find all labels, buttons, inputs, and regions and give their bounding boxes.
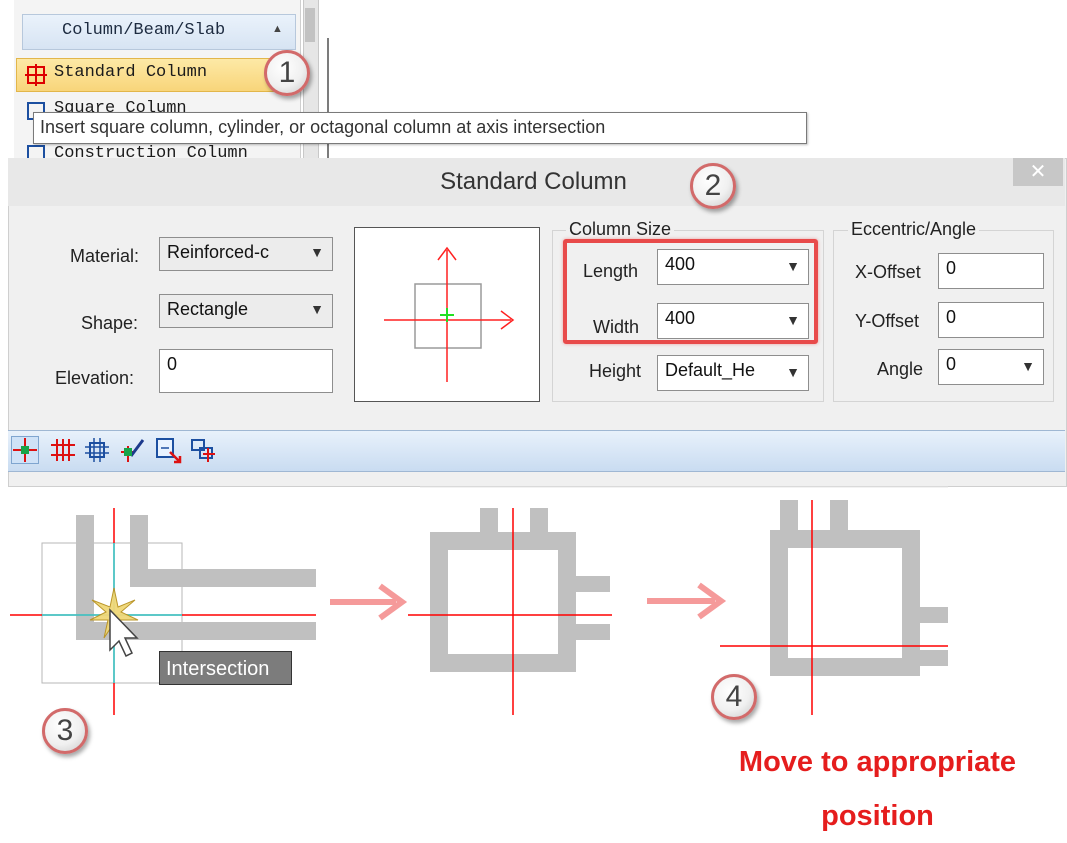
material-label: Material: — [70, 246, 140, 266]
chevron-down-icon: ▼ — [1021, 358, 1035, 374]
point-insert-icon — [13, 438, 37, 462]
region-insert-button[interactable] — [83, 436, 111, 464]
shape-label: Shape: — [81, 313, 139, 333]
tooltip-text: Insert square column, cylinder, or octag… — [40, 117, 606, 137]
replace-icon — [121, 439, 145, 462]
eccentric-angle-legend: Eccentric/Angle — [848, 219, 980, 240]
window-select-icon — [156, 438, 182, 464]
chevron-down-icon: ▼ — [310, 244, 324, 260]
column-size-legend: Column Size — [566, 219, 675, 240]
step-marker-1: 1 — [264, 50, 310, 96]
height-select[interactable]: Default_He ▼ — [657, 355, 809, 391]
region-insert-icon — [85, 438, 109, 462]
column-preview-graphic — [384, 246, 515, 382]
step-arrow-icon — [330, 583, 408, 621]
size-highlight-box — [563, 239, 818, 344]
move-caption: Move to appropriate position — [705, 735, 1050, 843]
standard-column-icon — [25, 64, 47, 86]
x-offset-input[interactable]: 0 — [938, 253, 1044, 289]
y-offset-input[interactable]: 0 — [938, 302, 1044, 338]
step4-moved-column — [720, 500, 948, 715]
material-select[interactable]: Reinforced-c ▼ — [159, 237, 333, 271]
angle-select[interactable]: 0 ▼ — [938, 349, 1044, 385]
y-offset-label: Y-Offset — [855, 311, 920, 331]
menu-category-label: Column/Beam/Slab — [62, 21, 226, 40]
menu-item-label: Standard Column — [54, 63, 208, 82]
x-offset-label: X-Offset — [855, 262, 921, 282]
point-insert-button[interactable] — [11, 436, 39, 464]
elevation-input[interactable]: 0 — [159, 349, 333, 393]
elevation-label: Elevation: — [55, 368, 135, 388]
chevron-down-icon: ▼ — [786, 364, 800, 380]
caption-line-2: position — [821, 800, 934, 832]
step-arrow-icon — [647, 582, 727, 620]
axis-insert-icon — [51, 439, 75, 461]
step-marker-2: 2 — [690, 163, 736, 209]
chevron-down-icon: ▼ — [310, 301, 324, 317]
batch-icon — [191, 439, 215, 462]
step-marker-4: 4 — [711, 674, 757, 720]
collapse-arrow-icon[interactable]: ▲ — [272, 23, 283, 35]
window-select-button[interactable] — [154, 436, 182, 464]
height-value: Default_He — [665, 360, 756, 380]
material-value: Reinforced-c — [167, 242, 270, 262]
step-intermediate-column — [408, 508, 612, 715]
close-button[interactable]: ✕ — [1013, 158, 1063, 186]
replace-button[interactable] — [119, 436, 147, 464]
angle-value: 0 — [946, 354, 957, 374]
intersection-tooltip: Intersection — [159, 651, 292, 685]
step-marker-3: 3 — [42, 708, 88, 754]
height-label: Height — [589, 361, 642, 381]
axis-insert-button[interactable] — [49, 436, 77, 464]
menu-scroll-thumb[interactable] — [305, 8, 315, 42]
dialog-title: Standard Column — [440, 168, 627, 195]
shape-value: Rectangle — [167, 299, 249, 319]
batch-button[interactable] — [189, 436, 217, 464]
shape-select[interactable]: Rectangle ▼ — [159, 294, 333, 328]
angle-label: Angle — [877, 359, 924, 379]
caption-line-1: Move to appropriate — [738, 746, 1017, 778]
